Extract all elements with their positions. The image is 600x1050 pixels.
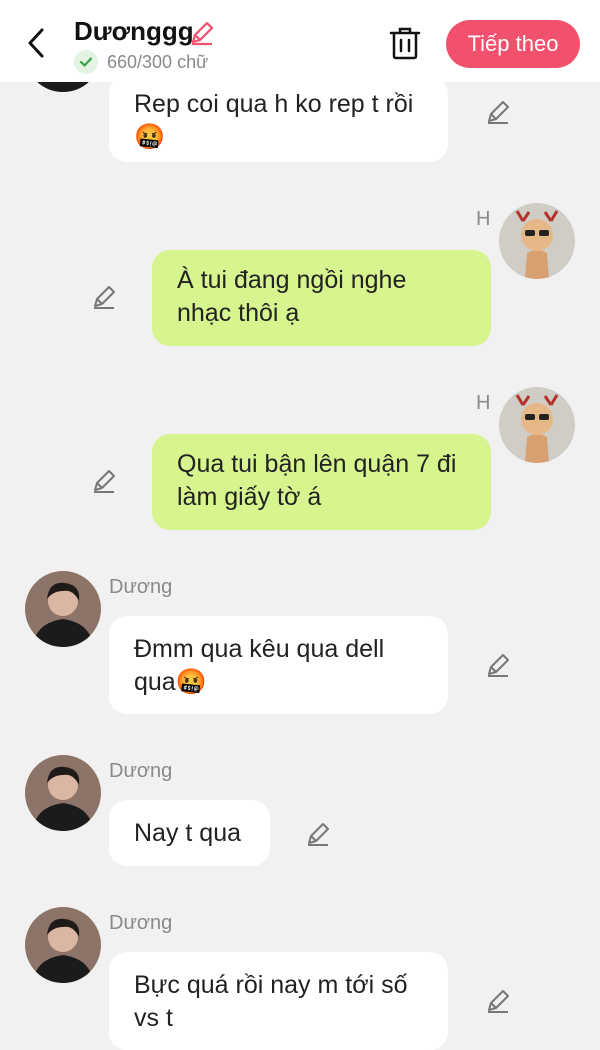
message-text: Qua tui bận lên quận 7 đi làm giấy tờ á [177,450,457,511]
avatar[interactable] [25,755,101,831]
message-text: À tui đang ngồi nghe nhạc thôi ạ [177,266,407,327]
avatar[interactable] [25,571,101,647]
page-title: Dươnggg [74,16,194,46]
edit-message-icon[interactable] [304,820,332,848]
message-bubble[interactable]: Rep coi qua h ko rep t rồi🤬 [109,76,448,162]
sender-name: Dương [109,760,173,782]
message-text: Rep coi qua h ko rep t rồi🤬 [134,90,414,151]
avatar[interactable] [499,203,575,279]
sender-label: H [476,392,491,414]
message-bubble[interactable]: Nay t qua [109,800,270,866]
message-bubble[interactable]: Đmm qua kêu qua dell qua🤬 [109,616,448,714]
message-bubble[interactable]: Qua tui bận lên quận 7 đi làm giấy tờ á [152,434,491,530]
edit-title-button[interactable] [188,19,216,47]
header-bar: Dươnggg 660/300 chữ Tiếp theo [0,0,600,82]
sender-name: Dương [109,576,173,598]
delete-button[interactable] [388,25,422,61]
next-button[interactable]: Tiếp theo [446,20,580,68]
edit-message-icon[interactable] [484,651,512,679]
edit-message-icon[interactable] [484,98,512,126]
pencil-icon [191,21,214,46]
message-text: Nay t qua [134,819,242,847]
check-icon [74,50,98,74]
back-button[interactable] [22,26,52,60]
message-text: Bực quá rồi nay m tới số vs t [134,971,408,1032]
message-bubble[interactable]: À tui đang ngồi nghe nhạc thôi ạ [152,250,491,346]
trash-icon [389,27,421,60]
edit-message-icon[interactable] [90,283,118,311]
chevron-left-icon [28,28,44,58]
sender-label: H [476,208,491,230]
message-text: Đmm qua kêu qua dell qua🤬 [134,635,385,696]
edit-message-icon[interactable] [90,467,118,495]
sender-name: Dương [109,912,173,934]
avatar[interactable] [25,907,101,983]
avatar[interactable] [499,387,575,463]
char-count: 660/300 chữ [107,51,209,72]
message-bubble[interactable]: Bực quá rồi nay m tới số vs t [109,952,448,1050]
char-count-row: 660/300 chữ [74,50,208,74]
edit-message-icon[interactable] [484,987,512,1015]
